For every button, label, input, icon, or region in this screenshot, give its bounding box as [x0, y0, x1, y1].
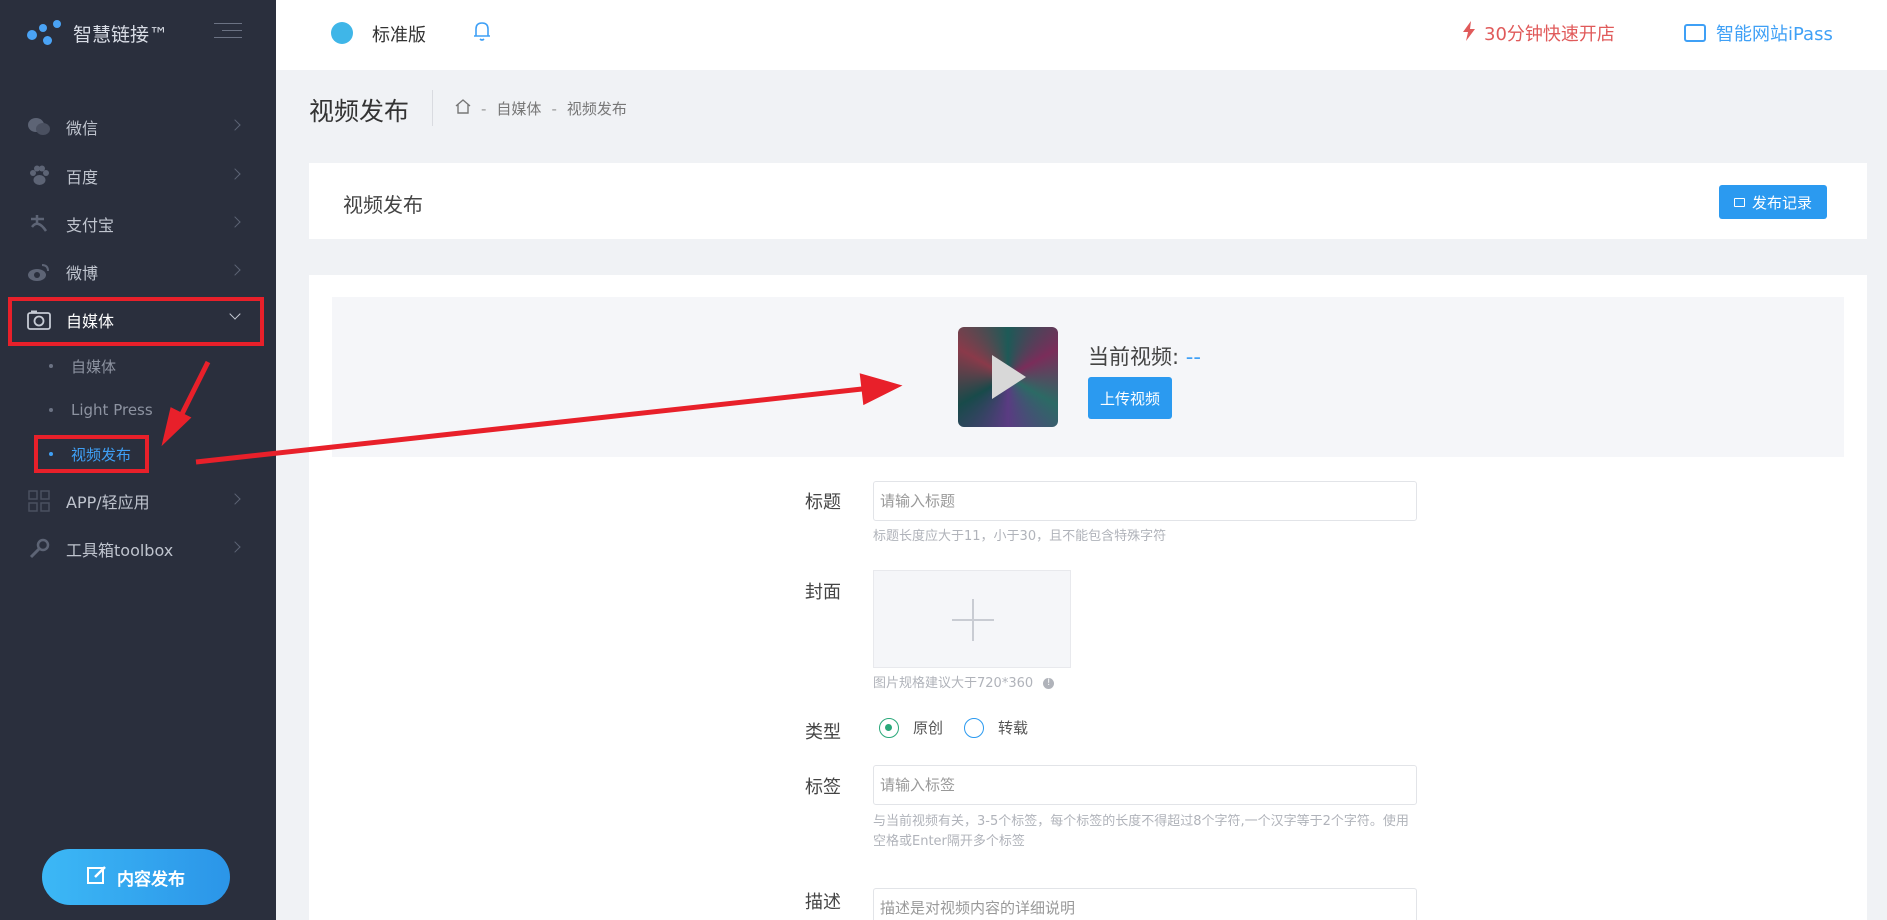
chevron-right-icon — [229, 216, 241, 228]
sidebar-item-label: 微博 — [66, 264, 99, 283]
description-label: 描述 — [805, 892, 841, 913]
card-title: 视频发布 — [343, 193, 423, 217]
chevron-right-icon — [229, 264, 241, 276]
sub-item-label: Light Press — [71, 401, 153, 419]
video-panel: 当前视频: -- 上传视频 — [332, 297, 1844, 457]
alipay-icon — [27, 212, 51, 236]
current-video-value: -- — [1185, 345, 1201, 369]
chevron-right-icon — [229, 119, 241, 131]
page-title: 视频发布 — [309, 97, 410, 126]
sidebar-item-wechat[interactable]: 微信 — [0, 103, 276, 151]
breadcrumb: - 自媒体 - 视频发布 — [455, 98, 627, 119]
breadcrumb-item: 视频发布 — [566, 100, 627, 118]
sub-item-label: 自媒体 — [71, 357, 117, 376]
ipass-link[interactable]: 智能网站iPass — [1684, 20, 1833, 46]
current-video-label: 当前视频: — [1088, 345, 1180, 369]
tag-label: 标签 — [805, 777, 841, 798]
cover-upload[interactable] — [873, 570, 1071, 668]
title-hint: 标题长度应大于11，小于30，且不能包含特殊字符 — [873, 529, 1167, 544]
logo-icon — [27, 20, 63, 46]
edition-label[interactable]: 标准版 — [372, 21, 426, 47]
quick-open-label: 30分钟快速开店 — [1484, 24, 1615, 45]
sidebar-item-label: 微信 — [66, 119, 99, 138]
title-label: 标题 — [805, 492, 841, 513]
bullet-icon — [49, 364, 53, 368]
highlight-box-video-publish — [34, 435, 149, 473]
video-thumbnail[interactable] — [958, 327, 1058, 427]
tag-input[interactable] — [873, 765, 1417, 805]
sidebar-item-toolbox[interactable]: 工具箱toolbox — [0, 525, 276, 573]
tag-hint-line: 空格或Enter隔开多个标签 — [873, 834, 1025, 849]
sidebar-item-alipay[interactable]: 支付宝 — [0, 200, 276, 248]
sidebar-item-label: 支付宝 — [66, 216, 115, 235]
current-video: 当前视频: -- — [1088, 341, 1201, 371]
inbox-icon — [1733, 197, 1745, 207]
highlight-box-self-media — [8, 297, 264, 346]
sub-item-self-media[interactable]: 自媒体 — [0, 346, 276, 386]
chevron-right-icon — [229, 168, 241, 180]
info-icon[interactable]: ! — [1043, 678, 1055, 689]
type-radio-repost[interactable]: 转载 — [964, 717, 1028, 738]
publish-record-button[interactable]: 发布记录 — [1719, 185, 1827, 219]
paw-icon — [27, 164, 51, 188]
content-publish-button[interactable]: 内容发布 — [42, 849, 230, 905]
sidebar-item-label: APP/轻应用 — [66, 493, 150, 512]
lightning-icon — [1462, 20, 1476, 46]
description-input[interactable] — [873, 888, 1417, 920]
breadcrumb-separator: - — [481, 99, 487, 118]
collapse-menu-icon[interactable] — [214, 23, 242, 39]
tag-hint-line: 与当前视频有关，3-5个标签，每个标签的长度不得超过8个字符,一个汉字等于2个字… — [873, 814, 1409, 829]
cover-label: 封面 — [805, 582, 841, 603]
bullet-icon — [49, 408, 53, 412]
home-icon[interactable] — [455, 99, 471, 118]
sidebar-item-label: 工具箱toolbox — [66, 541, 174, 560]
title-input[interactable] — [873, 481, 1417, 521]
weibo-icon — [27, 260, 51, 284]
publish-record-label: 发布记录 — [1751, 193, 1812, 212]
ipass-icon — [1684, 24, 1706, 42]
chevron-right-icon — [229, 493, 241, 505]
wechat-icon — [27, 115, 51, 139]
radio-label: 原创 — [913, 719, 944, 737]
ipass-label: 智能网站iPass — [1716, 24, 1833, 45]
tag-hint: 与当前视频有关，3-5个标签，每个标签的长度不得超过8个字符,一个汉字等于2个字… — [873, 812, 1409, 852]
form-card: 当前视频: -- 上传视频 标题 标题长度应大于11，小于30，且不能包含特殊字… — [309, 275, 1867, 920]
sidebar-item-weibo[interactable]: 微博 — [0, 248, 276, 296]
top-bar: 标准版 30分钟快速开店 智能网站iPass — [276, 0, 1887, 70]
upload-video-button[interactable]: 上传视频 — [1088, 377, 1172, 419]
wrench-icon — [27, 537, 51, 561]
quick-open-link[interactable]: 30分钟快速开店 — [1462, 20, 1615, 46]
sidebar-item-app[interactable]: APP/轻应用 — [0, 477, 276, 525]
apps-icon — [27, 489, 51, 513]
radio-unchecked-icon — [964, 717, 984, 738]
bell-icon[interactable] — [472, 20, 492, 46]
sidebar-item-baidu[interactable]: 百度 — [0, 152, 276, 200]
edition-icon — [331, 22, 353, 44]
sidebar-item-label: 百度 — [66, 168, 99, 187]
breadcrumb-item[interactable]: 自媒体 — [496, 98, 541, 119]
type-label: 类型 — [805, 722, 841, 743]
sub-item-light-press[interactable]: Light Press — [0, 390, 276, 430]
header-card: 视频发布 发布记录 — [309, 163, 1867, 239]
cover-hint: 图片规格建议大于720*360! — [873, 674, 1055, 694]
edit-icon — [87, 865, 107, 890]
type-radio-original[interactable]: 原创 — [879, 717, 943, 738]
brand-logo[interactable]: 智慧链接™ — [27, 18, 168, 48]
radio-checked-icon — [879, 717, 899, 738]
cover-hint-text: 图片规格建议大于720*360 — [873, 676, 1034, 691]
radio-label: 转载 — [998, 719, 1029, 737]
breadcrumb-separator: - — [551, 99, 557, 118]
title-divider — [432, 90, 433, 126]
content-publish-label: 内容发布 — [117, 869, 185, 890]
chevron-right-icon — [229, 541, 241, 553]
brand-name: 智慧链接™ — [73, 23, 169, 46]
